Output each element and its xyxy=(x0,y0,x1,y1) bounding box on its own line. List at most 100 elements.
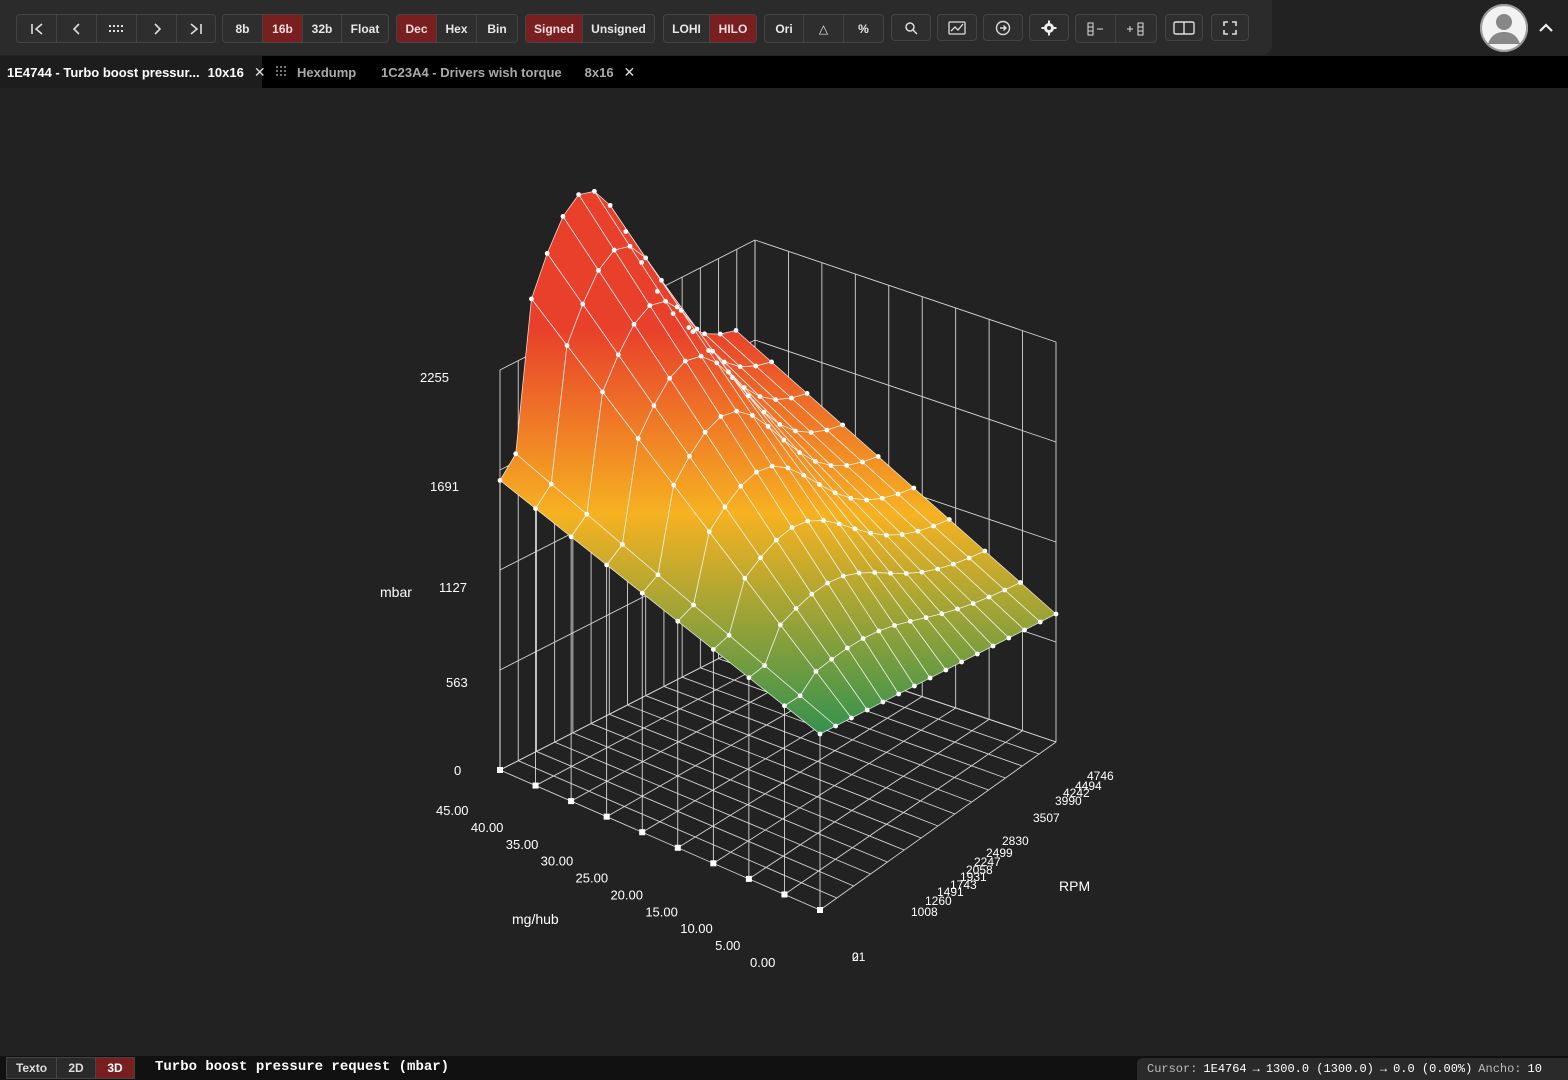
surface-node xyxy=(785,465,791,471)
sign-button-1[interactable]: Unsigned xyxy=(583,15,654,42)
previous-button[interactable] xyxy=(57,15,97,42)
surface-mesh xyxy=(497,188,1059,913)
remove-column-button[interactable] xyxy=(1076,15,1116,42)
surface-node xyxy=(734,408,740,414)
surface-plot[interactable]: mbar mg/hub RPM 2255 1691 1127 563 0 45.0040.… xyxy=(0,88,1568,1056)
endian-button-0[interactable]: LOHI xyxy=(664,15,710,42)
split-view-button[interactable] xyxy=(1165,14,1203,41)
x-tick-label: 5.00 xyxy=(715,938,740,953)
toolbar: 8b 16b 32b Float Dec Hex Bin Signed Unsigned L… xyxy=(0,0,1272,55)
width-value: 10 xyxy=(1527,1062,1542,1076)
surface-node xyxy=(943,667,949,673)
width-button-1[interactable]: 16b xyxy=(263,15,303,42)
next-button[interactable] xyxy=(137,15,177,42)
base-button-0[interactable]: Dec xyxy=(397,15,437,42)
value-button-2[interactable]: % xyxy=(844,15,883,42)
fullscreen-button[interactable] xyxy=(1211,14,1249,41)
chart-icon xyxy=(948,20,966,35)
y-axis-title: RPM xyxy=(1059,878,1090,894)
surface-node xyxy=(726,369,731,375)
surface-node xyxy=(721,359,727,365)
surface-node xyxy=(935,566,941,572)
close-icon[interactable]: ✕ xyxy=(624,64,636,81)
surface-node xyxy=(895,491,901,497)
search-icon xyxy=(905,21,918,35)
settings-button[interactable] xyxy=(1029,14,1069,41)
surface-node xyxy=(694,326,700,332)
add-column-button[interactable] xyxy=(1116,15,1156,42)
close-icon[interactable]: ✕ xyxy=(254,64,266,81)
width-button-0[interactable]: 8b xyxy=(223,15,263,42)
surface-node xyxy=(654,288,660,294)
sign-button-0[interactable]: Signed xyxy=(526,15,583,42)
surface-node xyxy=(675,618,681,624)
surface-node xyxy=(876,628,882,634)
width-button-3[interactable]: Float xyxy=(342,15,388,42)
view-label: Texto xyxy=(15,1061,48,1075)
skip-first-icon xyxy=(30,22,43,35)
value-button-1[interactable]: △ xyxy=(804,15,844,42)
surface-node xyxy=(576,192,582,197)
base-button-2[interactable]: Bin xyxy=(477,15,517,42)
surface-node xyxy=(872,570,878,575)
surface-node xyxy=(782,703,787,709)
x-axis-title: mg/hub xyxy=(512,911,559,927)
last-page-button[interactable] xyxy=(177,15,215,42)
x-tick-label: 10.00 xyxy=(680,921,713,936)
base-button-1[interactable]: Hex xyxy=(437,15,477,42)
floor-gridline xyxy=(499,769,821,911)
endian-button-1[interactable]: HILO xyxy=(710,15,756,42)
value-button-0[interactable]: Ori xyxy=(765,15,804,42)
surface-node xyxy=(663,298,668,304)
surface-node xyxy=(777,422,783,427)
goto-address-button[interactable] xyxy=(983,14,1023,41)
surface-node xyxy=(864,707,870,713)
surface-node xyxy=(769,359,774,365)
surface-node xyxy=(817,731,823,737)
column-minus-icon xyxy=(1087,22,1103,35)
surface-node xyxy=(797,693,803,699)
view-3d-button[interactable]: 3D xyxy=(95,1057,135,1079)
search-button[interactable] xyxy=(891,14,931,41)
x-tick-label: 35.00 xyxy=(506,837,539,852)
x-tick-label: 25.00 xyxy=(576,871,609,886)
surface-node xyxy=(844,463,850,468)
surface-node xyxy=(825,580,830,586)
goto-button[interactable] xyxy=(97,15,137,42)
view-text-button[interactable]: Texto xyxy=(6,1057,57,1079)
x-tick-label: 20.00 xyxy=(610,887,643,902)
surface-node xyxy=(596,267,601,273)
surface-node xyxy=(604,562,610,568)
surface-node xyxy=(805,518,811,524)
collapse-toolbar-button[interactable] xyxy=(1536,17,1556,37)
floor-gridline xyxy=(554,741,871,875)
surface-node xyxy=(615,352,621,358)
surface-node xyxy=(888,570,893,576)
arrow-right-icon: → xyxy=(1379,1062,1388,1076)
tab-turbo-boost[interactable]: 1E4744 - Turbo boost pressur... 10x16 ✕ xyxy=(0,56,266,88)
surface-node xyxy=(777,622,783,628)
user-avatar[interactable] xyxy=(1480,4,1528,52)
tab-drivers-wish-torque[interactable]: 1C23A4 - Drivers wish torque 8x16 ✕ xyxy=(381,56,635,88)
surface-node xyxy=(745,393,751,399)
surface-node xyxy=(769,463,775,469)
surface-node xyxy=(884,532,889,538)
surface-node xyxy=(635,436,641,442)
surface-node xyxy=(627,243,633,249)
surface-node xyxy=(717,331,723,337)
surface-node xyxy=(856,570,862,576)
column-plus-icon xyxy=(1127,22,1144,35)
width-button-2[interactable]: 32b xyxy=(303,15,342,42)
surface-node xyxy=(647,303,653,308)
surface-node xyxy=(643,255,649,261)
surface-node xyxy=(741,385,747,390)
surface-node xyxy=(797,450,802,455)
first-page-button[interactable] xyxy=(17,15,57,42)
cursor-info: Cursor: 1E4764 → 1300.0 (1300.0) → 0.0 (… xyxy=(1137,1058,1568,1080)
dots-grid-icon xyxy=(108,24,123,32)
surface-node xyxy=(600,389,605,395)
x-tick-label: 45.00 xyxy=(436,803,469,818)
view-2d-button[interactable]: 2D xyxy=(56,1057,96,1079)
graph-button[interactable] xyxy=(937,14,977,41)
tab-hexdump[interactable]: Hexdump xyxy=(276,56,356,88)
